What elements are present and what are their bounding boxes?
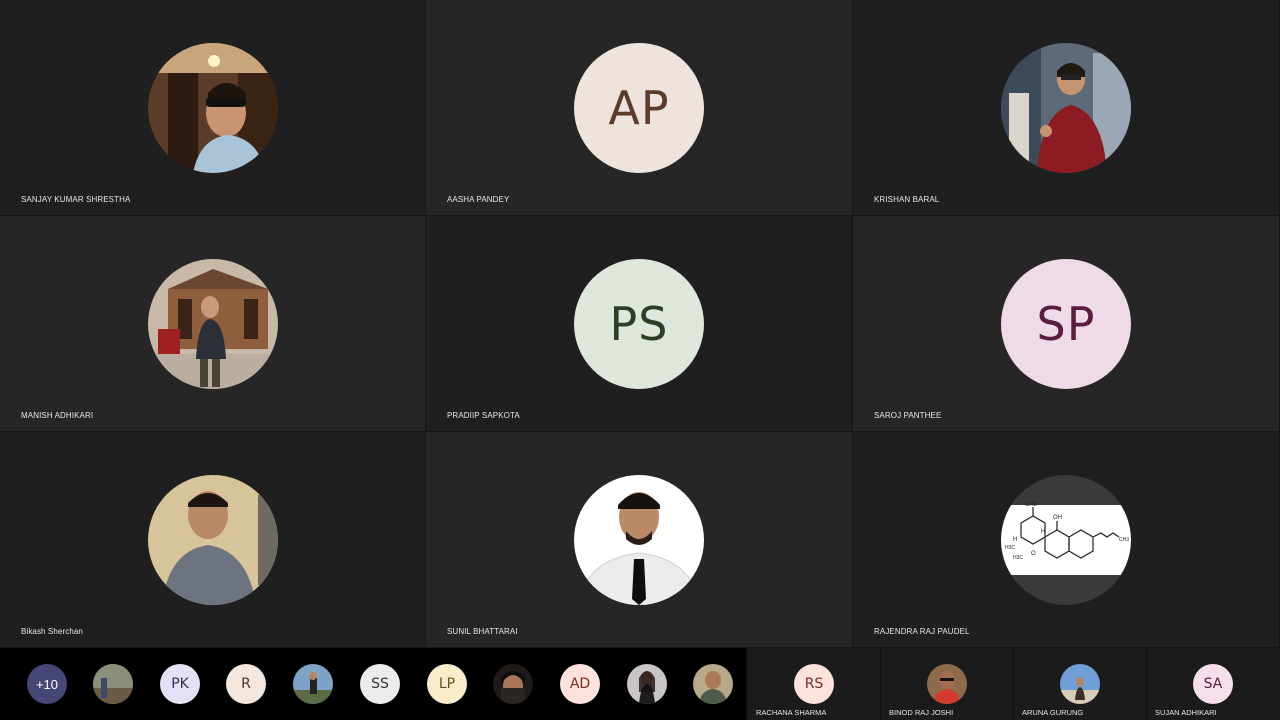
participant-tile[interactable]: MANISH ADHIKARI xyxy=(0,216,426,432)
participant-tile[interactable]: SANJAY KUMAR SHRESTHA xyxy=(0,0,426,216)
participant-avatar-photo xyxy=(1060,664,1100,704)
participant-tile[interactable]: AP AASHA PANDEY xyxy=(426,0,853,216)
meeting-stage: SANJAY KUMAR SHRESTHA AP AASHA PANDEY KR… xyxy=(0,0,1280,720)
participant-avatar-photo xyxy=(1001,43,1131,173)
participant-name: SUJAN ADHIKARI xyxy=(1155,708,1217,717)
overflow-avatar-initials[interactable]: R xyxy=(226,664,266,704)
molecule-label: H xyxy=(1013,537,1017,543)
participant-name: MANISH ADHIKARI xyxy=(21,411,94,420)
participant-tile[interactable]: Bikash Sherchan xyxy=(0,432,426,648)
overflow-avatar-initials[interactable]: SS xyxy=(360,664,400,704)
participant-name: SANJAY KUMAR SHRESTHA xyxy=(21,195,131,204)
avatar-initials: PS xyxy=(609,297,669,351)
molecule-label: CH3 xyxy=(1119,537,1129,543)
participant-avatar-initials: PS xyxy=(574,259,704,389)
overflow-avatar-photo[interactable] xyxy=(93,664,133,704)
participant-tile[interactable]: CH3 OH H H H3C H3C O CH3 RAJENDRA RAJ PA… xyxy=(853,432,1280,648)
participant-tile[interactable]: PS PRADIIP SAPKOTA xyxy=(426,216,853,432)
participant-avatar-photo xyxy=(574,475,704,605)
strip-participant-tile[interactable]: RS RACHANA SHARMA xyxy=(747,648,880,720)
participant-avatar-initials: SA xyxy=(1193,664,1233,704)
participant-tile[interactable]: SP SAROJ PANTHEE xyxy=(853,216,1280,432)
participant-tile[interactable]: SUNIL BHATTARAI xyxy=(426,432,853,648)
participant-avatar-initials: AP xyxy=(574,43,704,173)
molecule-label: CH3 xyxy=(1025,502,1038,508)
participant-name: SAROJ PANTHEE xyxy=(874,411,942,420)
overflow-avatar-initials[interactable]: PK xyxy=(160,664,200,704)
avatar-initials: AP xyxy=(608,81,670,135)
participant-avatar-molecule: CH3 OH H H H3C H3C O CH3 xyxy=(1001,475,1131,605)
molecule-label: H3C xyxy=(1013,555,1023,561)
overflow-avatar-photo[interactable] xyxy=(293,664,333,704)
participant-name: BINOD RAJ JOSHI xyxy=(889,708,954,717)
participant-name: AASHA PANDEY xyxy=(447,195,510,204)
participant-avatar-photo xyxy=(147,43,278,173)
strip-participant-tile[interactable]: BINOD RAJ JOSHI xyxy=(880,648,1013,720)
participant-avatar-initials: SP xyxy=(1001,259,1131,389)
participant-name: Bikash Sherchan xyxy=(21,627,83,636)
molecule-label: O xyxy=(1031,551,1036,557)
molecule-label: H3C xyxy=(1005,545,1015,551)
participant-grid: SANJAY KUMAR SHRESTHA AP AASHA PANDEY KR… xyxy=(0,0,1280,648)
participant-tile[interactable]: KRISHAN BARAL xyxy=(853,0,1280,216)
overflow-avatar-photo[interactable] xyxy=(493,664,533,704)
overflow-avatar-initials[interactable]: AD xyxy=(560,664,600,704)
participant-name: RAJENDRA RAJ PAUDEL xyxy=(874,627,970,636)
avatar-initials: SP xyxy=(1036,297,1096,351)
molecule-label: OH xyxy=(1053,515,1062,521)
participant-name: SUNIL BHATTARAI xyxy=(447,627,518,636)
participant-name: PRADIIP SAPKOTA xyxy=(447,411,520,420)
participant-avatar-initials: RS xyxy=(794,664,834,704)
participant-strip: +10 PK R SS LP AD RS RACHANA SHARMA BINO… xyxy=(0,648,1280,720)
overflow-avatar-photo[interactable] xyxy=(627,664,667,704)
participant-name: KRISHAN BARAL xyxy=(874,195,940,204)
participant-name: ARUNA GURUNG xyxy=(1022,708,1084,717)
overflow-avatar-initials[interactable]: LP xyxy=(427,664,467,704)
strip-participant-tile[interactable]: SA SUJAN ADHIKARI xyxy=(1146,648,1280,720)
participant-name: RACHANA SHARMA xyxy=(756,708,827,717)
overflow-avatar-photo[interactable] xyxy=(693,664,733,704)
more-participants-badge[interactable]: +10 xyxy=(27,664,67,704)
participant-avatar-photo xyxy=(927,664,967,704)
participant-avatar-photo xyxy=(147,475,278,605)
molecule-label: H xyxy=(1041,529,1045,535)
overflow-participants-row[interactable]: +10 PK R SS LP AD xyxy=(0,648,746,720)
participant-avatar-photo xyxy=(147,259,278,389)
strip-participant-tile[interactable]: ARUNA GURUNG xyxy=(1013,648,1146,720)
